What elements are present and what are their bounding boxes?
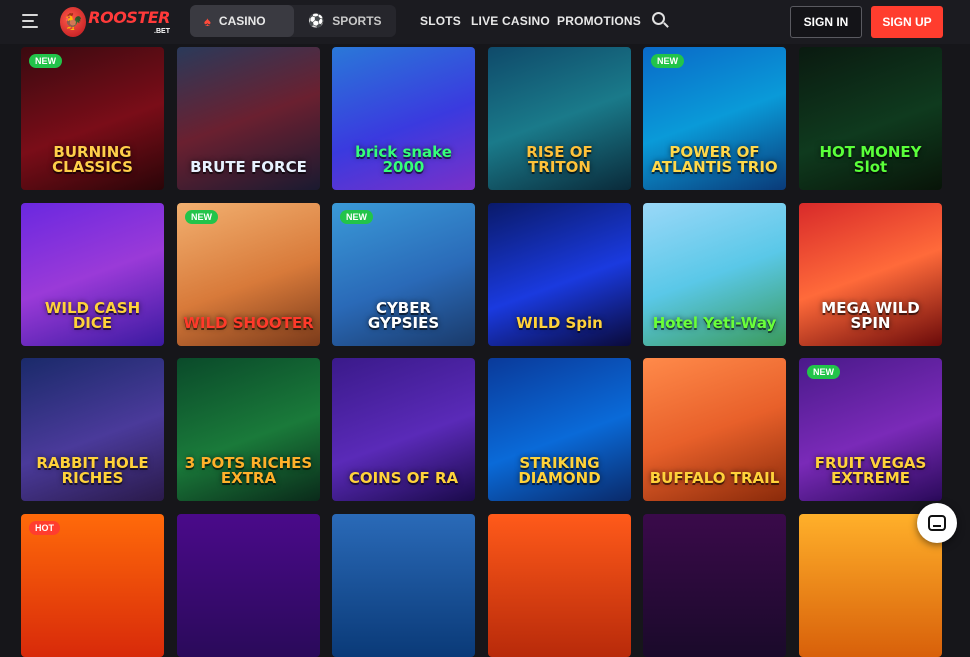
game-tile[interactable]: RABBIT HOLE RICHES [21, 358, 164, 501]
game-title: RABBIT HOLE RICHES [36, 453, 149, 488]
live-chat-button[interactable] [917, 503, 957, 543]
game-tile[interactable]: HOT MONEY Slot [799, 47, 942, 190]
game-title: 3 POTS RICHES EXTRA [184, 453, 313, 488]
game-tile[interactable]: 3 POTS RICHES EXTRA [177, 358, 320, 501]
game-tile[interactable]: WILD Spin [488, 203, 631, 346]
nav-live-casino[interactable]: LIVE CASINO [471, 14, 550, 28]
spade-icon: ♠ [204, 13, 211, 29]
game-title: WILD Spin [516, 314, 603, 333]
new-badge: NEW [29, 54, 62, 68]
tab-casino-label: CASINO [218, 14, 266, 28]
game-tile[interactable]: NEW BURNING CLASSICS [21, 47, 164, 190]
game-title: RISE OF TRITON [526, 142, 593, 177]
game-tile[interactable]: Hotel Yeti-Way [643, 203, 786, 346]
game-title: POWER OF ATLANTIS TRIO [651, 142, 778, 177]
game-title: COINS OF RA [348, 469, 459, 488]
game-tile[interactable]: BUFFALO TRAIL [643, 358, 786, 501]
game-tile[interactable]: MEGA WILD SPIN [799, 203, 942, 346]
logo-main-text: ROOSTER [88, 7, 170, 27]
game-tile[interactable]: HOT [21, 514, 164, 657]
game-title: WILD SHOOTER [183, 314, 314, 333]
game-title: FRUIT VEGAS EXTREME [814, 453, 927, 488]
game-title: BRUTE FORCE [190, 158, 307, 177]
game-tile[interactable] [332, 514, 475, 657]
game-title: MEGA WILD SPIN [821, 298, 920, 333]
soccer-ball-icon: ⚽ [308, 13, 325, 28]
game-title: brick snake 2000 [355, 142, 452, 177]
logo-sub-text: .BET [154, 27, 170, 35]
game-title: BURNING CLASSICS [52, 142, 133, 177]
game-tile[interactable]: BRUTE FORCE [177, 47, 320, 190]
nav-slots[interactable]: SLOTS [420, 14, 461, 28]
game-title: CYBER GYPSIES [367, 298, 440, 333]
new-badge: NEW [807, 365, 840, 379]
game-tile[interactable] [177, 514, 320, 657]
logo-wordmark: ROOSTER .BET [88, 7, 170, 35]
top-navigation-bar: 🐓 ROOSTER .BET ♠ CASINO ⚽ SPORTS SLOTS L… [0, 0, 970, 44]
game-tile[interactable]: NEW FRUIT VEGAS EXTREME [799, 358, 942, 501]
game-title: STRIKING DIAMOND [518, 453, 601, 488]
game-tile[interactable]: WILD CASH DICE [21, 203, 164, 346]
tab-sports[interactable]: ⚽ SPORTS [294, 5, 396, 37]
game-tile[interactable] [643, 514, 786, 657]
game-tile[interactable]: STRIKING DIAMOND [488, 358, 631, 501]
game-tile[interactable]: NEW POWER OF ATLANTIS TRIO [643, 47, 786, 190]
rooster-head-icon: 🐓 [60, 7, 87, 37]
rooster-bet-logo[interactable]: 🐓 ROOSTER .BET [60, 4, 170, 40]
sign-up-button[interactable]: SIGN UP [871, 6, 943, 38]
game-title: BUFFALO TRAIL [649, 469, 780, 488]
chat-bubble-icon [928, 515, 946, 531]
product-tabs: ♠ CASINO ⚽ SPORTS [190, 5, 396, 37]
tab-casino[interactable]: ♠ CASINO [190, 5, 294, 37]
new-badge: NEW [340, 210, 373, 224]
new-badge: NEW [651, 54, 684, 68]
nav-promotions[interactable]: PROMOTIONS [557, 14, 641, 28]
game-title: WILD CASH DICE [44, 298, 141, 333]
hot-badge: HOT [29, 521, 60, 535]
game-tile[interactable]: NEW WILD SHOOTER [177, 203, 320, 346]
game-tile[interactable]: COINS OF RA [332, 358, 475, 501]
search-icon[interactable] [652, 12, 670, 30]
menu-icon[interactable] [22, 14, 38, 28]
game-title: Hotel Yeti-Way [652, 314, 777, 333]
game-tile[interactable]: RISE OF TRITON [488, 47, 631, 190]
game-title: HOT MONEY Slot [819, 142, 922, 177]
game-tile[interactable]: NEW CYBER GYPSIES [332, 203, 475, 346]
tab-sports-label: SPORTS [332, 14, 382, 28]
new-badge: NEW [185, 210, 218, 224]
game-tile[interactable]: brick snake 2000 [332, 47, 475, 190]
game-tile[interactable] [488, 514, 631, 657]
sign-in-button[interactable]: SIGN IN [790, 6, 862, 38]
